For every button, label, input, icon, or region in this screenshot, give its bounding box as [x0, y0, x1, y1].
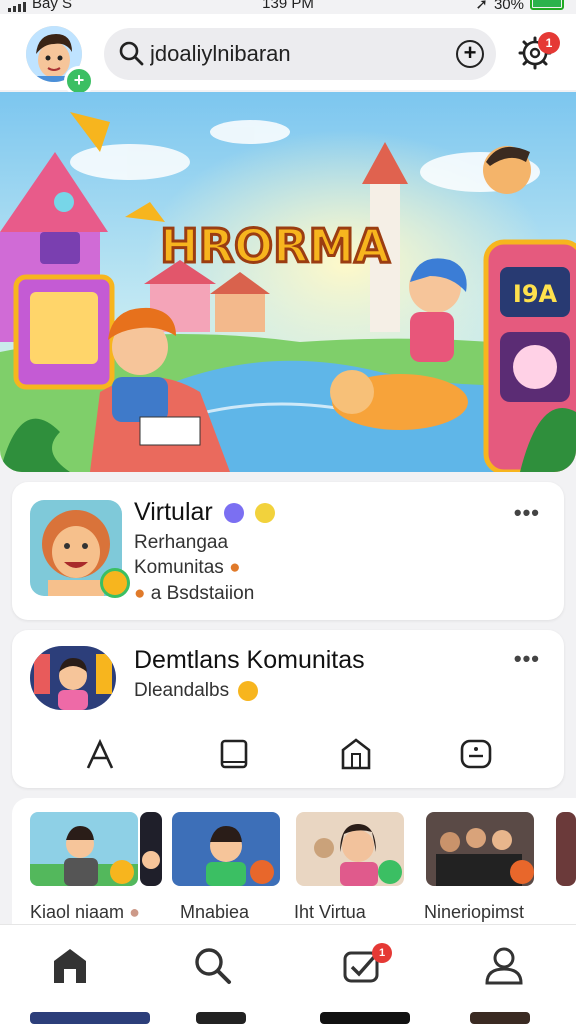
- card-line-2: Komunitas ●: [134, 557, 241, 578]
- tab-frame-icon[interactable]: [214, 736, 254, 776]
- card-line-3: ● a Bsdstaiion: [134, 583, 255, 604]
- tab-building-icon[interactable]: [336, 736, 376, 776]
- tab-chat-icon[interactable]: [456, 736, 496, 776]
- location-icon: ➚: [475, 0, 488, 13]
- card-line-1: Rerhangaa: [134, 532, 229, 553]
- carousel-item[interactable]: [172, 812, 280, 886]
- tab-text-icon[interactable]: [80, 736, 120, 776]
- status-bar: Bay S 139 PM ➚ 30%: [0, 0, 576, 14]
- bottom-navigation: 1: [0, 924, 576, 1010]
- card-title: Demtlans Komunitas: [134, 646, 365, 674]
- location-pin-icon: ●: [134, 583, 146, 604]
- community-card-demtlans[interactable]: Demtlans Komunitas Dleandalbs •••: [12, 630, 564, 788]
- carousel-item[interactable]: [296, 812, 404, 886]
- card-action-tabs: [12, 726, 564, 782]
- kiosk-sign: I9A: [513, 280, 558, 308]
- emoji-icon: ●: [229, 557, 241, 578]
- carousel-item[interactable]: [426, 812, 534, 886]
- carousel-label: Kiaol niaam ●: [30, 902, 140, 922]
- card-title: Virtular: [134, 498, 275, 527]
- carousel-item[interactable]: [140, 812, 162, 886]
- app-header: + + 1: [0, 14, 576, 96]
- notification-badge: 1: [538, 32, 560, 54]
- hero-title: HRORMA: [160, 219, 390, 273]
- hero-banner[interactable]: HRORMA I9A: [0, 92, 576, 472]
- nav-home-icon[interactable]: [48, 943, 92, 987]
- community-carousel: Kiaol niaam ● Mnabiea Iht Virtua Ninerio…: [12, 798, 576, 924]
- verified-badge-icon: [223, 503, 244, 524]
- gold-badge-icon: [254, 503, 275, 524]
- community-card-virtular[interactable]: Virtular Rerhangaa Komunitas ● ● a Bsdst…: [12, 482, 564, 620]
- battery-percent: 30%: [493, 0, 524, 13]
- more-options-icon[interactable]: •••: [514, 500, 540, 526]
- search-icon: [119, 41, 144, 66]
- search-bar[interactable]: +: [104, 28, 496, 80]
- carousel-label: Iht Virtua: [294, 902, 366, 922]
- more-options-icon[interactable]: •••: [514, 646, 540, 672]
- carousel-item[interactable]: [556, 812, 576, 886]
- carousel-item[interactable]: [30, 812, 138, 886]
- card-subtitle: Dleandalbs: [134, 680, 259, 702]
- content-peek: [0, 1010, 576, 1024]
- nav-profile-icon[interactable]: [482, 943, 526, 987]
- nav-search-icon[interactable]: [190, 943, 234, 987]
- search-input[interactable]: [150, 36, 440, 72]
- smile-emoji-icon: [238, 680, 259, 701]
- card-thumbnail: [30, 646, 116, 710]
- status-right: ➚ 30%: [475, 0, 564, 13]
- carousel-label: Nineriopimst: [424, 902, 525, 922]
- nav-tasks-badge: 1: [372, 943, 392, 963]
- battery-icon: [530, 0, 564, 10]
- thumbnail-badge-icon: [100, 568, 130, 598]
- add-icon[interactable]: +: [456, 40, 484, 68]
- carousel-label: Mnabiea: [180, 902, 250, 922]
- face-icon: ●: [129, 902, 140, 922]
